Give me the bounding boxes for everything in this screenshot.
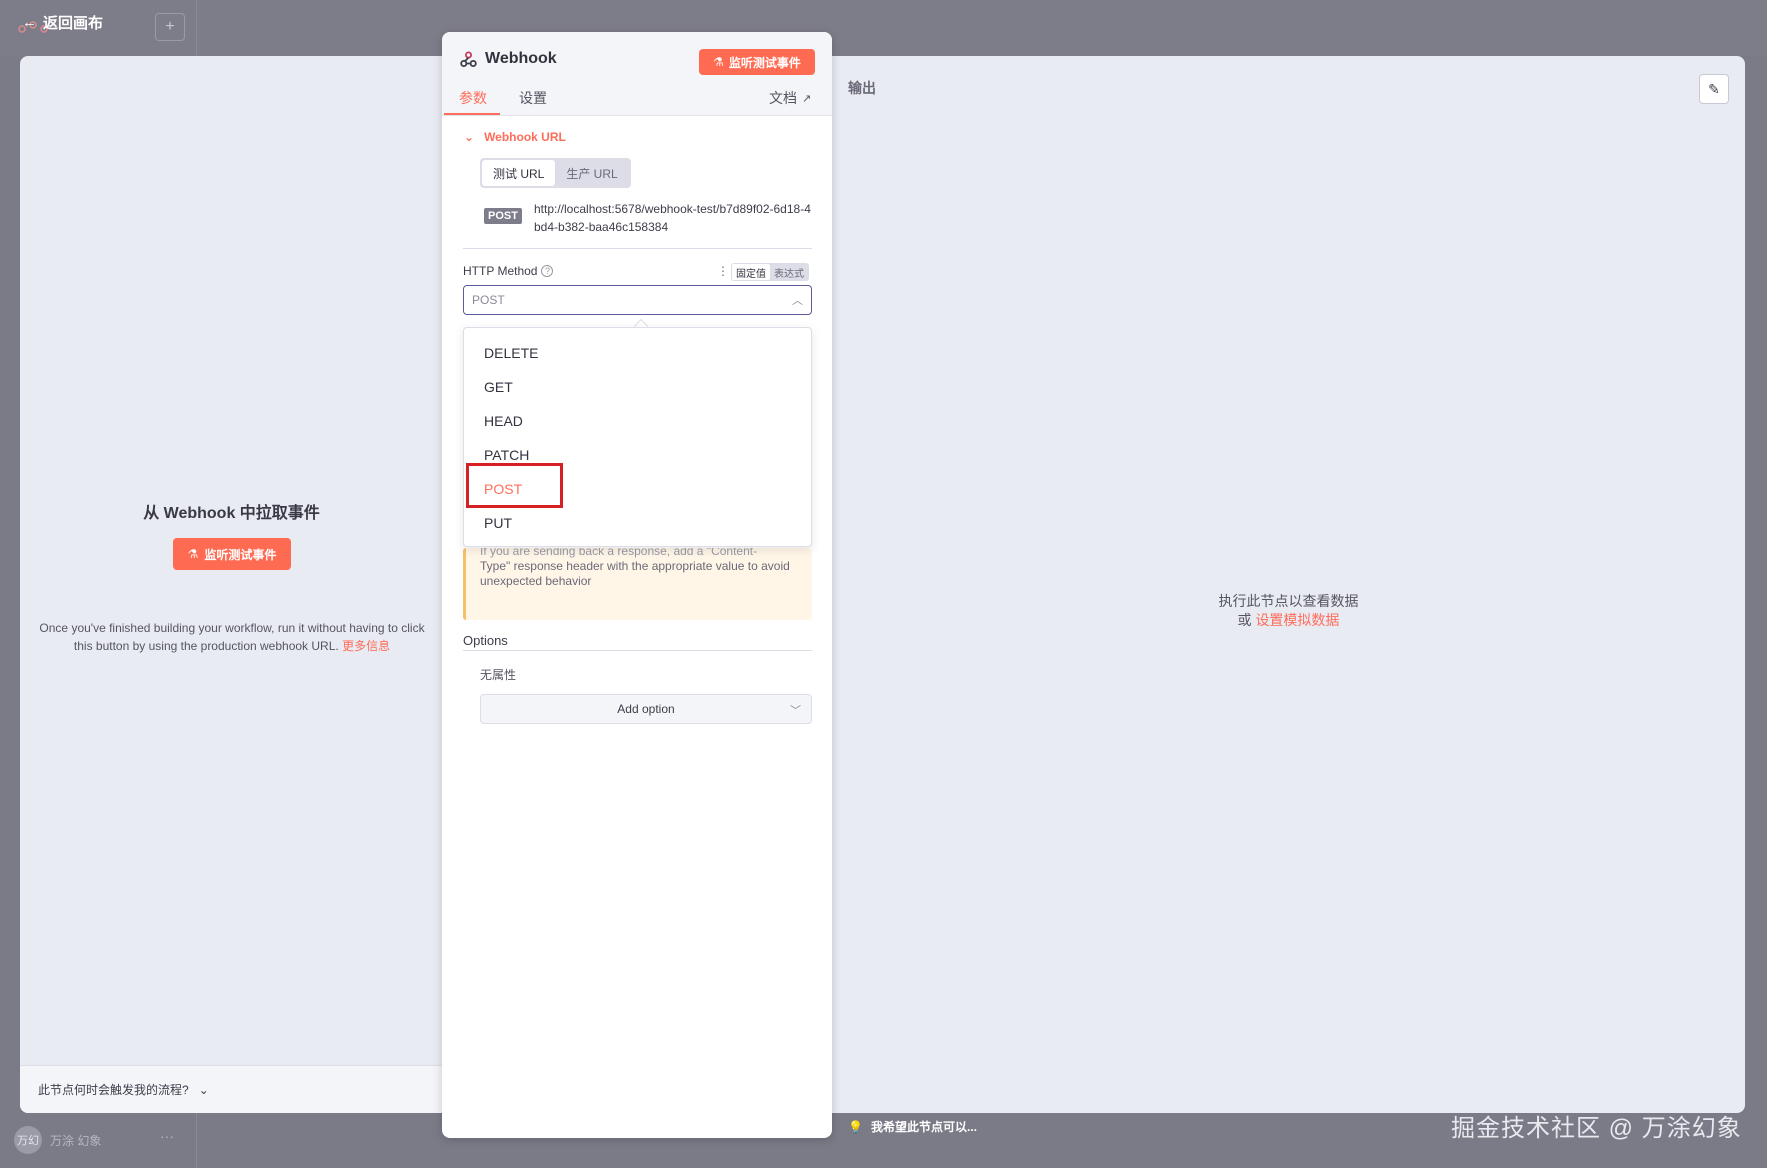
http-method-select[interactable]: POST ︿ (463, 285, 812, 315)
back-label: 返回画布 (43, 15, 104, 32)
node-wish-hint[interactable]: 💡 我希望此节点可以... (848, 1118, 977, 1135)
option-delete[interactable]: DELETE (464, 336, 811, 370)
edit-output-button[interactable]: ✎ (1699, 74, 1729, 104)
option-put[interactable]: PUT (464, 506, 811, 540)
fixed-value-option[interactable]: 固定值 (732, 264, 770, 280)
input-pane: 从 Webhook 中拉取事件 ⚗ 监听测试事件 Once you've fin… (20, 56, 443, 1113)
webhook-url-text[interactable]: http://localhost:5678/webhook-test/b7d89… (534, 200, 816, 236)
add-option-label: Add option (617, 702, 675, 716)
chevron-down-icon: ﹀ (790, 705, 801, 717)
docs-link[interactable]: 文档 ↗ (769, 88, 811, 108)
method-badge: POST (484, 208, 522, 224)
select-value: POST (472, 293, 505, 307)
notice-text: Type" response header with the appropria… (480, 559, 790, 588)
http-method-label: HTTP Method ? (463, 264, 554, 278)
webhook-icon (460, 51, 477, 67)
option-get[interactable]: GET (464, 370, 811, 404)
back-to-canvas-link[interactable]: ← 返回画布 (22, 12, 103, 33)
tab-parameters[interactable]: 参数 (459, 88, 487, 116)
user-more-icon[interactable]: ··· (160, 1128, 174, 1144)
avatar: 万幻 (14, 1126, 42, 1154)
output-pane: 输出 ✎ 执行此节点以查看数据 或 设置模拟数据 (832, 56, 1745, 1113)
output-title: 输出 (848, 80, 876, 96)
url-type-toggle: 测试 URL 生产 URL (480, 158, 631, 188)
production-url-option[interactable]: 生产 URL (555, 160, 628, 186)
flask-icon: ⚗ (713, 55, 724, 69)
chevron-down-icon: ⌄ (464, 130, 475, 144)
add-button[interactable]: + (155, 13, 185, 41)
flask-icon: ⚗ (187, 547, 199, 561)
production-url-description: Once you've finished building your workf… (34, 619, 430, 655)
http-method-label-text: HTTP Method (463, 264, 538, 278)
arrow-left-icon: ← (22, 14, 37, 31)
notice-cut-text: If you are sending back a response, add … (480, 548, 758, 558)
options-heading: Options (463, 633, 508, 648)
value-mode-toggle: 固定值 表达式 (731, 263, 809, 281)
webhook-node-panel: Webhook ⚗ 监听测试事件 参数 设置 文档 ↗ ⌄ Webhook UR… (442, 32, 832, 1138)
section-divider (463, 248, 812, 249)
option-head[interactable]: HEAD (464, 404, 811, 438)
chevron-up-icon: ︿ (792, 295, 803, 307)
field-options-icon[interactable]: ⋮ (717, 264, 729, 278)
listen-button-label: 监听测试事件 (204, 547, 277, 562)
more-info-link[interactable]: 更多信息 (342, 639, 390, 653)
panel-listen-label: 监听测试事件 (728, 55, 801, 70)
content-type-notice: If you are sending back a response, add … (463, 548, 812, 620)
node-title: Webhook (460, 50, 557, 68)
expression-option[interactable]: 表达式 (770, 264, 808, 280)
help-icon[interactable]: ? (541, 265, 554, 277)
options-divider (463, 650, 812, 651)
execute-node-hint: 执行此节点以查看数据 (1218, 593, 1359, 609)
lightbulb-icon: 💡 (848, 1119, 863, 1134)
output-empty-state: 执行此节点以查看数据 或 设置模拟数据 (832, 592, 1745, 630)
watermark: 掘金技术社区 @ 万涂幻象 (1451, 1115, 1742, 1142)
add-option-button[interactable]: Add option ﹀ (480, 694, 812, 724)
pull-events-title: 从 Webhook 中拉取事件 (143, 505, 320, 522)
external-link-icon: ↗ (802, 92, 812, 105)
node-wish-text: 我希望此节点可以... (870, 1120, 977, 1134)
user-menu[interactable]: 万幻 万涂 幻象 (14, 1126, 101, 1154)
top-bar: ← 返回画布 + (0, 0, 1767, 56)
user-name: 万涂 幻象 (50, 1133, 102, 1148)
webhook-url-heading: Webhook URL (484, 130, 566, 144)
mock-data-line: 或 设置模拟数据 (832, 611, 1745, 630)
panel-header: Webhook ⚗ 监听测试事件 参数 设置 文档 ↗ (442, 32, 832, 116)
tab-settings[interactable]: 设置 (519, 88, 547, 116)
set-mock-data-link[interactable]: 设置模拟数据 (1255, 612, 1339, 628)
chevron-down-icon: ⌄ (198, 1082, 209, 1097)
trigger-question[interactable]: 此节点何时会触发我的流程? ⌄ (20, 1065, 443, 1113)
or-text: 或 (1237, 612, 1252, 628)
listen-test-event-button[interactable]: ⚗ 监听测试事件 (173, 538, 291, 570)
test-url-option[interactable]: 测试 URL (482, 160, 556, 186)
trigger-question-text: 此节点何时会触发我的流程? (38, 1083, 189, 1097)
node-title-text: Webhook (485, 50, 557, 67)
pencil-icon: ✎ (1708, 80, 1720, 97)
active-tab-indicator (444, 113, 500, 115)
docs-label: 文档 (769, 90, 797, 106)
post-highlight-annotation (466, 463, 563, 508)
http-method-dropdown: DELETE GET HEAD PATCH POST PUT (463, 327, 812, 547)
panel-listen-test-event-button[interactable]: ⚗ 监听测试事件 (699, 49, 815, 75)
no-properties-text: 无属性 (480, 668, 517, 682)
webhook-url-section-toggle[interactable]: ⌄ Webhook URL (464, 130, 566, 144)
